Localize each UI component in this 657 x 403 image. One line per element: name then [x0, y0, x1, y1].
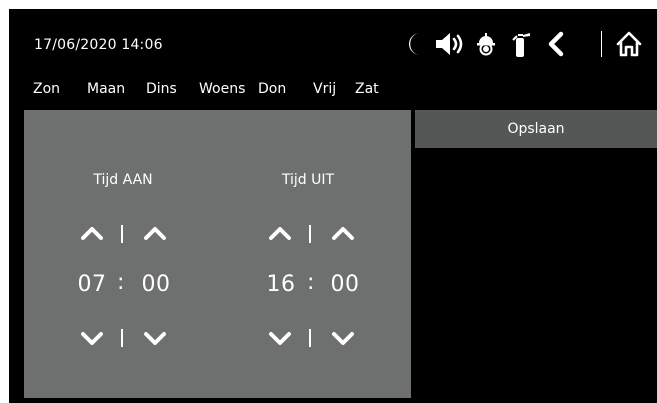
screen: 17/06/2020 14:06 Zon Maan Dins Woens Don…	[9, 9, 657, 403]
off-minutes-down-icon[interactable]	[330, 329, 356, 347]
on-hours-value: 07	[77, 272, 107, 297]
moon-icon[interactable]	[404, 29, 428, 59]
day-tuesday[interactable]: Dins	[146, 81, 177, 97]
off-hours-down-icon[interactable]	[267, 329, 293, 347]
day-friday[interactable]: Vrij	[313, 81, 336, 97]
speaker-icon[interactable]	[434, 29, 468, 59]
back-icon[interactable]	[544, 29, 570, 59]
time-off-title: Tijd UIT	[281, 172, 335, 188]
day-sunday[interactable]: Zon	[33, 81, 60, 97]
day-saturday[interactable]: Zat	[355, 81, 379, 97]
fire-extinguisher-icon[interactable]	[508, 29, 534, 59]
home-icon[interactable]	[614, 29, 644, 59]
day-thursday[interactable]: Don	[258, 81, 286, 97]
on-minutes-up-icon[interactable]	[142, 224, 168, 242]
separator	[121, 329, 123, 347]
datetime: 17/06/2020 14:06	[34, 37, 163, 53]
separator	[121, 225, 123, 243]
off-hours-up-icon[interactable]	[267, 224, 293, 242]
time-on-title: Tijd AAN	[93, 172, 153, 188]
off-minutes-value: 00	[330, 272, 360, 297]
separator	[309, 329, 311, 347]
off-minutes-up-icon[interactable]	[330, 224, 356, 242]
on-colon: :	[117, 270, 125, 295]
on-hours-down-icon[interactable]	[79, 329, 105, 347]
save-button[interactable]: Opslaan	[415, 110, 657, 148]
header-divider	[601, 31, 602, 57]
day-wednesday[interactable]: Woens	[199, 81, 245, 97]
separator	[309, 225, 311, 243]
off-hours-value: 16	[266, 272, 296, 297]
off-colon: :	[307, 270, 315, 295]
day-monday[interactable]: Maan	[87, 81, 125, 97]
on-minutes-value: 00	[141, 272, 171, 297]
helmet-icon[interactable]	[474, 29, 498, 59]
on-minutes-down-icon[interactable]	[142, 329, 168, 347]
on-hours-up-icon[interactable]	[79, 224, 105, 242]
time-panel: Tijd AAN 07 : 00 Tijd UIT 16 : 00	[24, 110, 411, 398]
